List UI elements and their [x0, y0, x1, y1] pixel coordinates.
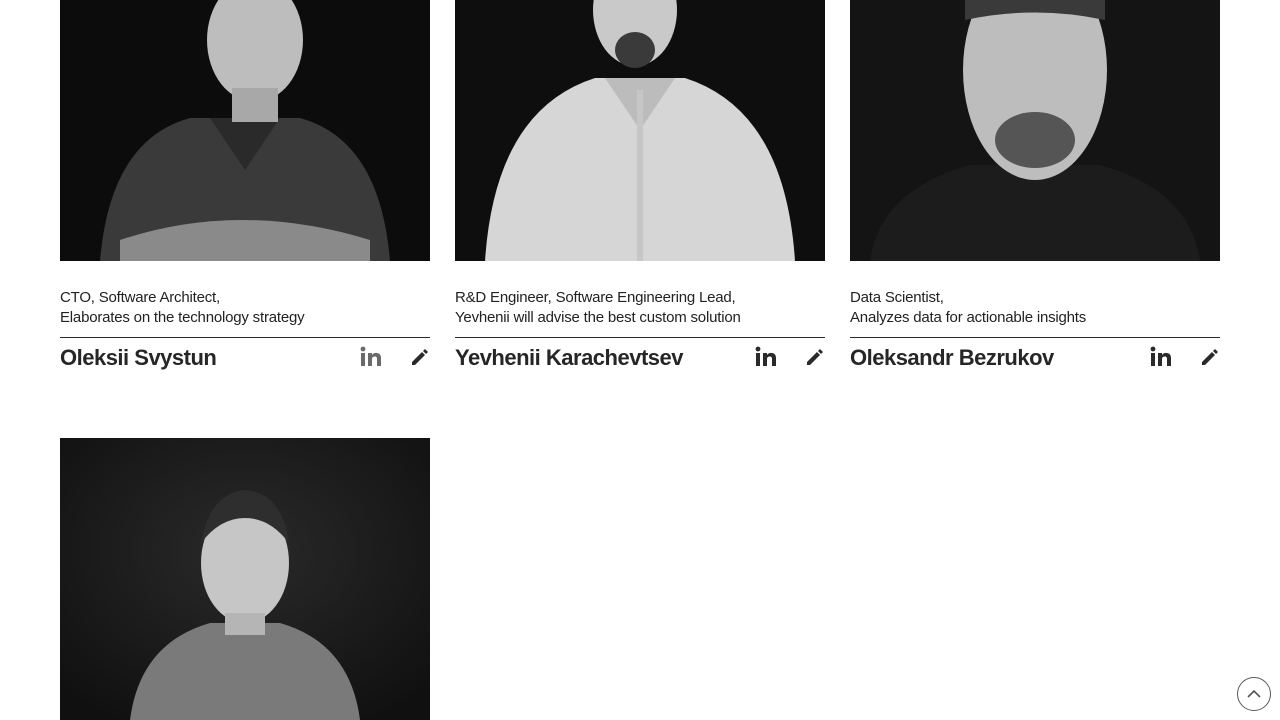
- chevron-up-icon: [1247, 689, 1261, 698]
- linkedin-icon[interactable]: [360, 346, 382, 368]
- team-member-photo: [60, 438, 430, 720]
- divider: [60, 337, 430, 338]
- scroll-to-top-button[interactable]: [1237, 677, 1271, 711]
- team-member-role: R&D Engineer, Software Engineering Lead,…: [455, 288, 825, 328]
- team-member-name: Yevhenii Karachevtsev: [455, 345, 683, 370]
- team-member-photo: [60, 0, 430, 261]
- team-member-photo: [850, 0, 1220, 261]
- role-line-2: Elaborates on the technology strategy: [60, 309, 305, 326]
- linkedin-icon[interactable]: [755, 346, 777, 368]
- team-grid: CTO, Software Architect, Elaborates on t…: [0, 0, 1280, 720]
- pencil-icon[interactable]: [410, 347, 432, 369]
- role-line-2: Yevhenii will advise the best custom sol…: [455, 309, 741, 326]
- linkedin-icon[interactable]: [1150, 346, 1172, 368]
- team-member-role: Data Scientist, Analyzes data for action…: [850, 288, 1220, 328]
- divider: [850, 337, 1220, 338]
- team-member-name: Oleksii Svystun: [60, 345, 217, 370]
- role-line-1: CTO, Software Architect,: [60, 289, 220, 306]
- team-member-name: Oleksandr Bezrukov: [850, 345, 1054, 370]
- team-member-photo: [455, 0, 825, 261]
- role-line-1: Data Scientist,: [850, 289, 944, 306]
- role-line-1: R&D Engineer, Software Engineering Lead,: [455, 289, 736, 306]
- divider: [455, 337, 825, 338]
- pencil-icon[interactable]: [805, 347, 827, 369]
- role-line-2: Analyzes data for actionable insights: [850, 309, 1087, 326]
- pencil-icon[interactable]: [1200, 347, 1222, 369]
- team-member-role: CTO, Software Architect, Elaborates on t…: [60, 288, 430, 328]
